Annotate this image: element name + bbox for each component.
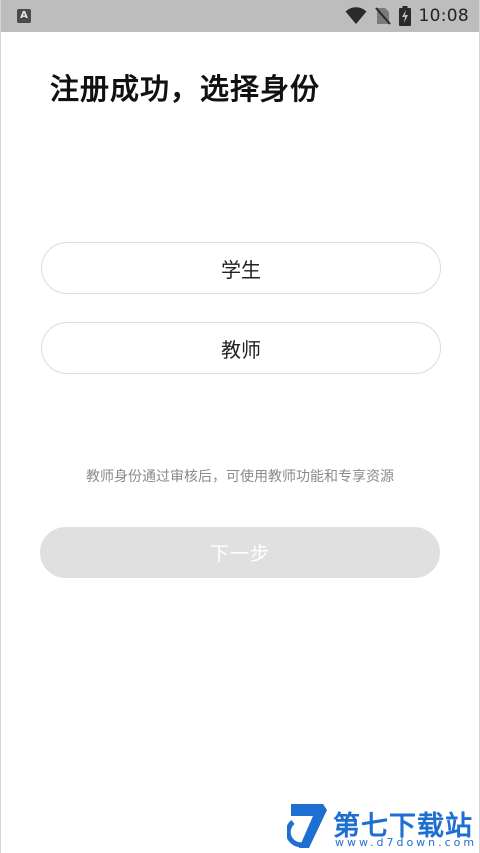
role-option-teacher[interactable]: 教师 xyxy=(41,322,441,374)
app-screen: A 10:08 注册成功，选择身份 学生 教师 教师身份通过审核后，可使用教师功… xyxy=(0,0,480,853)
wifi-icon xyxy=(345,7,366,24)
page-title: 注册成功，选择身份 xyxy=(50,72,321,106)
teacher-review-hint: 教师身份通过审核后，可使用教师功能和专享资源 xyxy=(86,469,394,485)
no-sim-icon xyxy=(374,7,391,25)
watermark-logo-icon xyxy=(287,804,327,848)
role-option-label: 教师 xyxy=(221,337,261,362)
app-notification-icon: A xyxy=(17,9,31,23)
status-bar: A 10:08 xyxy=(1,0,479,32)
role-option-student[interactable]: 学生 xyxy=(41,242,441,294)
status-bar-right: 10:08 xyxy=(345,0,470,32)
next-step-button[interactable]: 下一步 xyxy=(40,527,440,578)
watermark-url: www.d7down.com xyxy=(335,836,478,849)
next-step-label: 下一步 xyxy=(209,543,270,565)
battery-charging-icon xyxy=(398,6,411,26)
watermark: 第七下载站 www.d7down.com xyxy=(287,800,477,852)
role-option-label: 学生 xyxy=(221,257,261,282)
status-time: 10:08 xyxy=(418,6,469,26)
